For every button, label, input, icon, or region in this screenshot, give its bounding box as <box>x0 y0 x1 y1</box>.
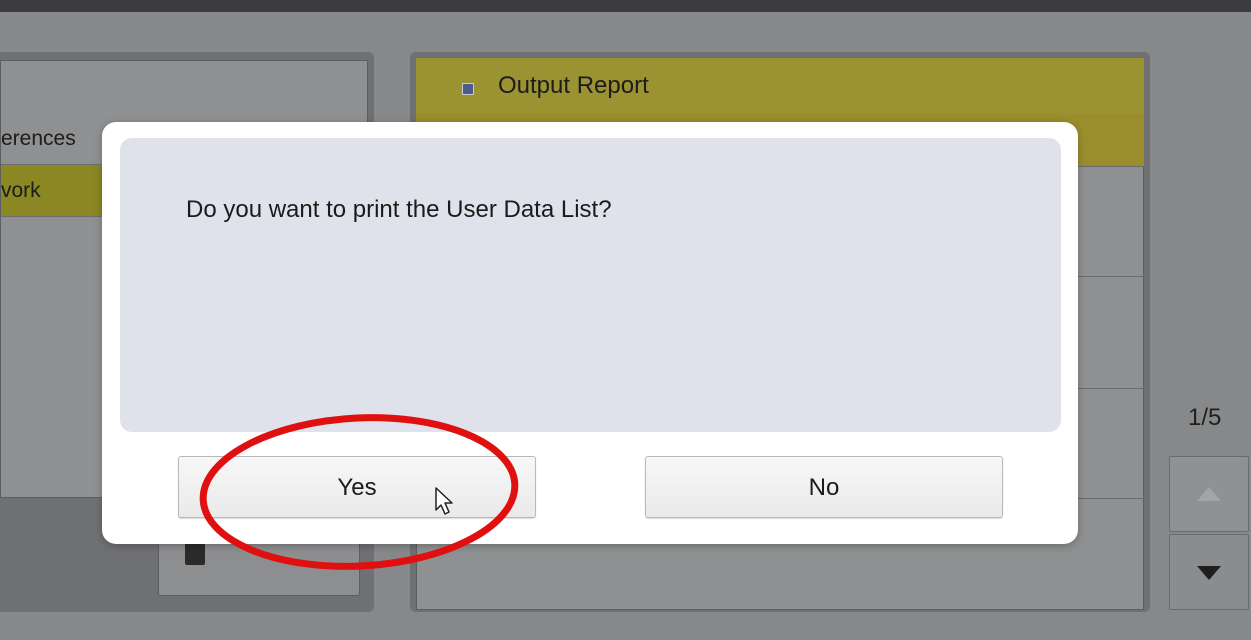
page-up-button[interactable] <box>1169 456 1249 532</box>
top-status-bar <box>0 0 1251 12</box>
list-item-label: vork <box>1 179 41 202</box>
highlight-ring-annotation <box>199 414 519 570</box>
dialog-message: Do you want to print the User Data List? <box>186 196 612 223</box>
arrow-up-icon <box>1197 487 1221 501</box>
bullet-square-icon <box>462 83 474 95</box>
page-indicator: 1/5 <box>1188 404 1222 431</box>
list-item-label: erences <box>1 127 76 150</box>
arrow-down-icon <box>1197 566 1221 580</box>
page-down-button[interactable] <box>1169 534 1249 610</box>
output-report-title: Output Report <box>498 72 649 99</box>
dialog-message-area: Do you want to print the User Data List? <box>120 138 1061 432</box>
no-button[interactable]: No <box>645 456 1003 518</box>
mouse-cursor-icon <box>435 487 453 515</box>
